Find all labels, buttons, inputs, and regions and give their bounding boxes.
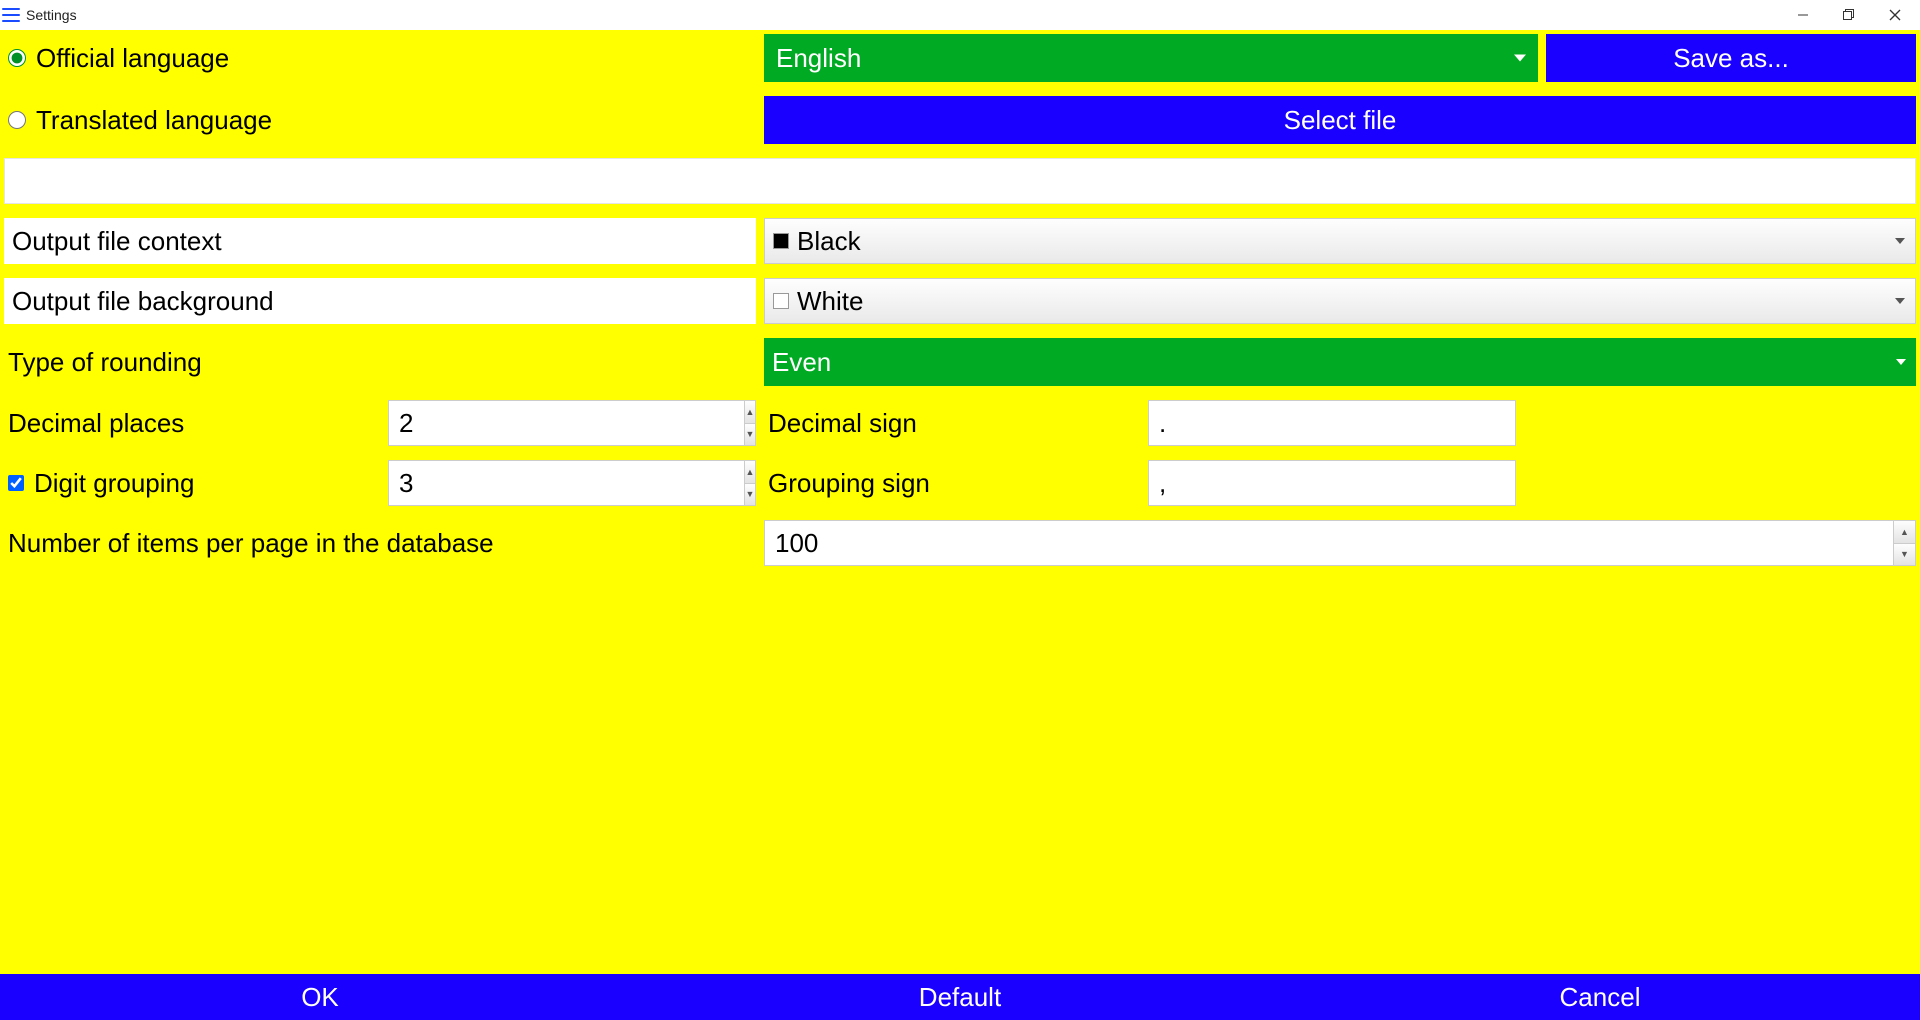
color-swatch-black: [773, 233, 789, 249]
titlebar: Settings: [0, 0, 1920, 30]
decimal-places-input[interactable]: [389, 401, 744, 445]
grouping-digits-down[interactable]: ▼: [745, 484, 755, 506]
decimal-sign-field[interactable]: [1148, 400, 1516, 446]
official-language-radio[interactable]: Official language: [4, 34, 756, 82]
decimal-places-spinner[interactable]: ▲ ▼: [388, 400, 756, 446]
language-select-value: English: [776, 43, 861, 74]
items-per-page-down[interactable]: ▼: [1894, 544, 1915, 566]
close-button[interactable]: [1872, 0, 1918, 30]
official-language-label: Official language: [36, 43, 229, 74]
items-per-page-input[interactable]: [765, 521, 1893, 565]
footer-buttons: OK Default Cancel: [0, 974, 1920, 1020]
decimal-places-label: Decimal places: [4, 400, 380, 446]
items-per-page-label: Number of items per page in the database: [4, 520, 756, 566]
window-title: Settings: [26, 7, 77, 23]
output-background-value: White: [797, 286, 863, 317]
output-context-select[interactable]: Black: [764, 218, 1916, 264]
decimal-sign-input[interactable]: [1149, 401, 1515, 445]
output-background-select[interactable]: White: [764, 278, 1916, 324]
language-select[interactable]: English: [764, 34, 1538, 82]
grouping-digits-input[interactable]: [389, 461, 744, 505]
output-background-label: Output file background: [4, 278, 756, 324]
menu-icon: [2, 6, 20, 24]
decimal-places-up[interactable]: ▲: [745, 401, 755, 424]
rounding-type-value: Even: [772, 347, 831, 378]
translated-language-radio[interactable]: Translated language: [4, 96, 756, 144]
digit-grouping-checkbox-input[interactable]: [8, 475, 24, 491]
rounding-type-label: Type of rounding: [4, 338, 756, 386]
rounding-type-select[interactable]: Even: [764, 338, 1916, 386]
decimal-places-down[interactable]: ▼: [745, 424, 755, 446]
digit-grouping-label: Digit grouping: [34, 468, 194, 499]
translated-language-label: Translated language: [36, 105, 272, 136]
grouping-sign-input[interactable]: [1149, 461, 1515, 505]
default-button[interactable]: Default: [640, 974, 1280, 1020]
grouping-sign-label: Grouping sign: [764, 460, 1140, 506]
ok-button[interactable]: OK: [0, 974, 640, 1020]
file-path-field: [4, 158, 1916, 204]
output-context-value: Black: [797, 226, 861, 257]
grouping-digits-spinner[interactable]: ▲ ▼: [388, 460, 756, 506]
items-per-page-spinner[interactable]: ▲ ▼: [764, 520, 1916, 566]
digit-grouping-checkbox[interactable]: Digit grouping: [4, 460, 380, 506]
grouping-sign-field[interactable]: [1148, 460, 1516, 506]
select-file-button[interactable]: Select file: [764, 96, 1916, 144]
color-swatch-white: [773, 293, 789, 309]
translated-language-radio-input[interactable]: [8, 111, 26, 129]
output-context-label: Output file context: [4, 218, 756, 264]
maximize-button[interactable]: [1826, 0, 1872, 30]
minimize-button[interactable]: [1780, 0, 1826, 30]
cancel-button[interactable]: Cancel: [1280, 974, 1920, 1020]
grouping-digits-up[interactable]: ▲: [745, 461, 755, 484]
close-icon: [1889, 9, 1901, 21]
minimize-icon: [1797, 9, 1809, 21]
items-per-page-up[interactable]: ▲: [1894, 521, 1915, 544]
decimal-sign-label: Decimal sign: [764, 400, 1140, 446]
maximize-icon: [1843, 9, 1855, 21]
save-as-button[interactable]: Save as...: [1546, 34, 1916, 82]
official-language-radio-input[interactable]: [8, 49, 26, 67]
